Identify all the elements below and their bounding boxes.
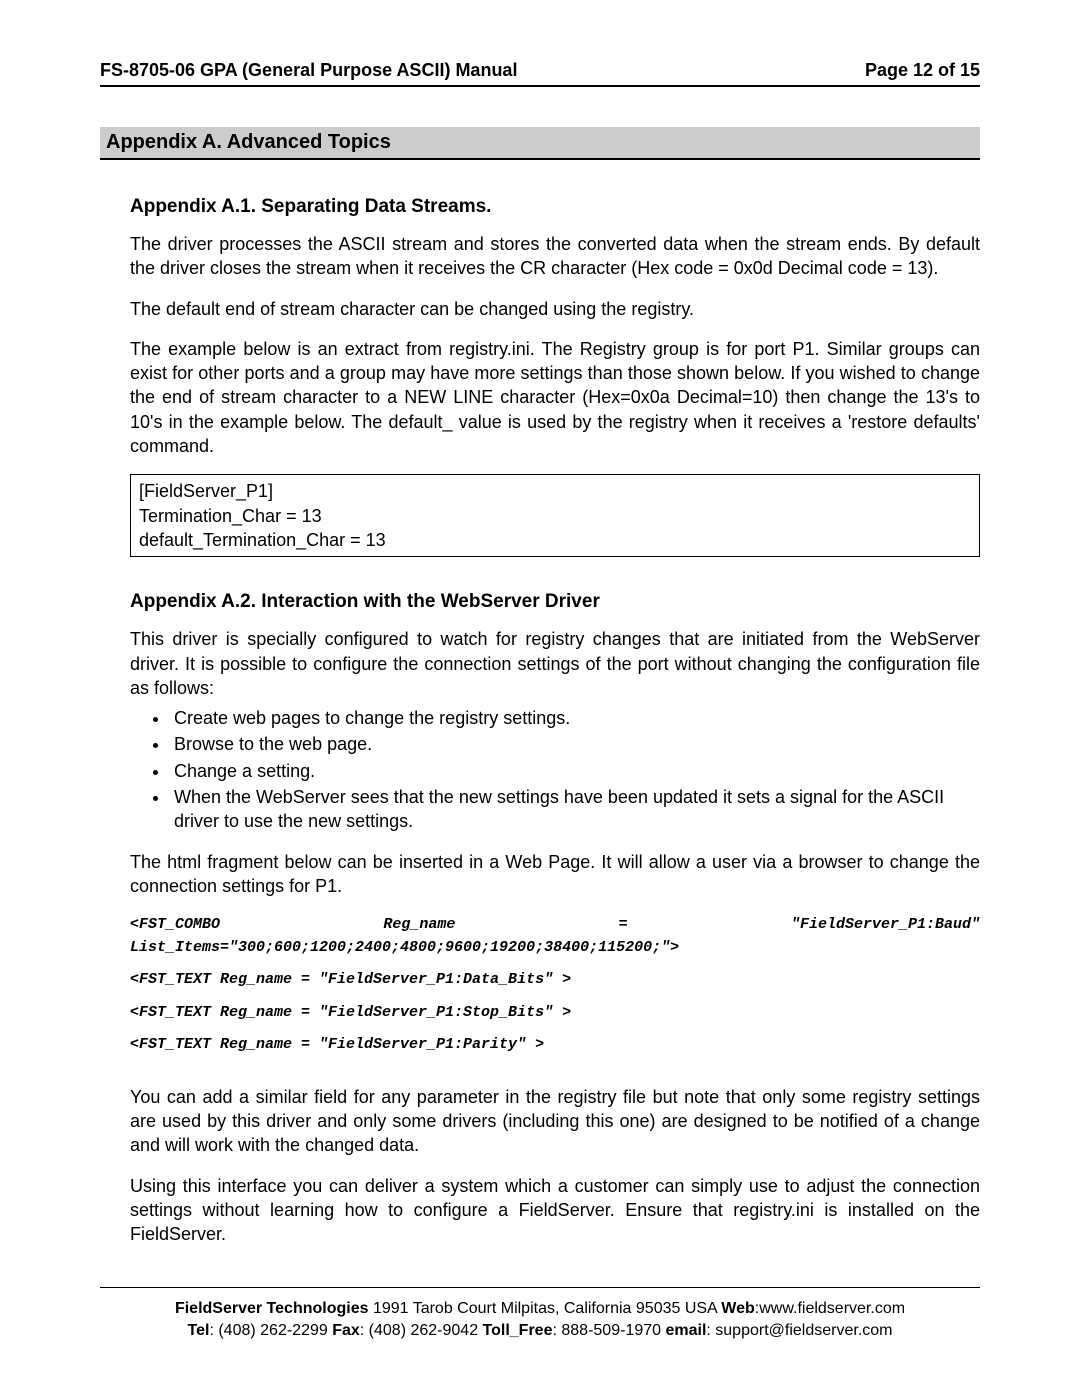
- page-header: FS-8705-06 GPA (General Purpose ASCII) M…: [100, 60, 980, 87]
- section-a2-para1: This driver is specially configured to w…: [130, 627, 980, 700]
- registry-code-box: [FieldServer_P1] Termination_Char = 13 d…: [130, 474, 980, 557]
- footer-fax-label: Fax: [332, 1322, 360, 1339]
- appendix-title-bar: Appendix A. Advanced Topics: [100, 127, 980, 160]
- page-footer: FieldServer Technologies 1991 Tarob Cour…: [100, 1298, 980, 1343]
- section-a1-para1: The driver processes the ASCII stream an…: [130, 232, 980, 281]
- code-combo-list: List_Items="300;600;1200;2400;4800;9600;…: [130, 937, 980, 960]
- footer-email-label: email: [665, 1322, 706, 1339]
- code-line-2: Termination_Char = 13: [139, 504, 971, 528]
- footer-tel-label: Tel: [188, 1322, 210, 1339]
- footer-rule: [100, 1287, 980, 1288]
- footer-web: :www.fieldserver.com: [755, 1300, 905, 1317]
- code-combo-regname: Reg_name: [383, 914, 455, 937]
- instruction-list: Create web pages to change the registry …: [170, 706, 980, 833]
- html-fragment-block: <FST_COMBO Reg_name = "FieldServer_P1:Ba…: [130, 914, 980, 1057]
- footer-web-label: Web: [721, 1300, 754, 1317]
- section-a2-title: Appendix A.2. Interaction with the WebSe…: [130, 591, 980, 613]
- footer-fax: : (408) 262-9042: [360, 1322, 483, 1339]
- section-a2-para2: The html fragment below can be inserted …: [130, 850, 980, 899]
- section-a2-para4: Using this interface you can deliver a s…: [130, 1174, 980, 1247]
- code-line-1: [FieldServer_P1]: [139, 479, 971, 503]
- footer-company: FieldServer Technologies: [175, 1300, 369, 1317]
- section-a2-para3: You can add a similar field for any para…: [130, 1085, 980, 1158]
- list-item: Change a setting.: [170, 759, 980, 783]
- footer-toll-label: Toll_Free: [483, 1322, 553, 1339]
- code-line-3: default_Termination_Char = 13: [139, 528, 971, 552]
- section-a1-para3: The example below is an extract from reg…: [130, 337, 980, 458]
- code-combo-tag: <FST_COMBO: [130, 914, 220, 937]
- section-a1-para2: The default end of stream character can …: [130, 297, 980, 321]
- code-text-parity: <FST_TEXT Reg_name = "FieldServer_P1:Par…: [130, 1034, 980, 1057]
- code-text-databits: <FST_TEXT Reg_name = "FieldServer_P1:Dat…: [130, 969, 980, 992]
- code-combo-eq: =: [619, 914, 628, 937]
- page-number: Page 12 of 15: [865, 60, 980, 81]
- list-item: Browse to the web page.: [170, 732, 980, 756]
- code-text-stopbits: <FST_TEXT Reg_name = "FieldServer_P1:Sto…: [130, 1002, 980, 1025]
- list-item: When the WebServer sees that the new set…: [170, 785, 980, 834]
- footer-email: : support@fieldserver.com: [706, 1322, 892, 1339]
- list-item: Create web pages to change the registry …: [170, 706, 980, 730]
- footer-tel: : (408) 262-2299: [209, 1322, 332, 1339]
- footer-toll: : 888-509-1970: [552, 1322, 665, 1339]
- footer-address: 1991 Tarob Court Milpitas, California 95…: [369, 1300, 722, 1317]
- section-a1-title: Appendix A.1. Separating Data Streams.: [130, 196, 980, 218]
- code-combo-val: "FieldServer_P1:Baud": [791, 914, 980, 937]
- doc-title: FS-8705-06 GPA (General Purpose ASCII) M…: [100, 60, 517, 81]
